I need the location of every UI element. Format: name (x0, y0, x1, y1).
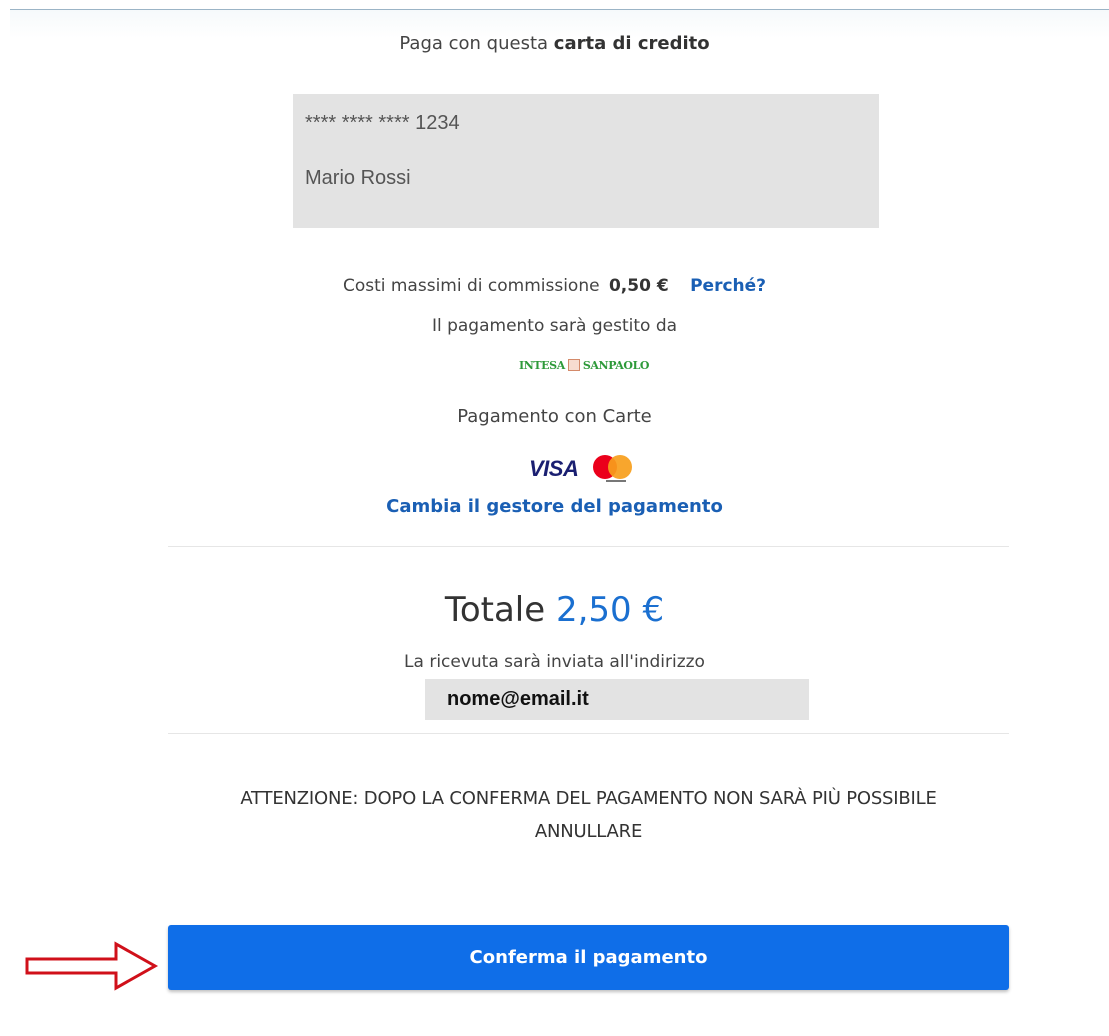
receipt-email-value: nome@email.it (447, 688, 589, 710)
warning-line-2: ANNULLARE (534, 821, 643, 842)
warning-line-1: ATTENZIONE: DOPO LA CONFERMA DEL PAGAMEN… (240, 788, 937, 809)
bank-logo-right-text: SANPAOLO (582, 358, 650, 372)
intesa-sanpaolo-logo: INTESA SANPAOLO (519, 357, 650, 373)
credit-card-summary: **** **** **** 1234 Mario Rossi (293, 94, 879, 228)
payment-method-label: Pagamento con Carte (457, 406, 652, 427)
receipt-email-field: nome@email.it (425, 679, 809, 720)
why-link[interactable]: Perché? (690, 276, 766, 296)
mastercard-yellow-circle (608, 455, 633, 479)
right-arrow-icon (25, 941, 159, 991)
section-divider (168, 546, 1009, 547)
card-masked-number: **** **** **** 1234 (305, 112, 460, 134)
commission-label: Costi massimi di commissione (342, 276, 600, 296)
confirm-payment-button[interactable]: Conferma il pagamento (168, 925, 1009, 990)
visa-logo: VISA (529, 456, 579, 481)
payment-heading-method: carta di credito (553, 33, 710, 54)
payment-heading: Paga con questa carta di credito (0, 33, 1109, 54)
commission-line: Costi massimi di commissione 0,50 € Perc… (0, 276, 1109, 296)
change-provider-link[interactable]: Cambia il gestore del pagamento (0, 496, 1109, 517)
card-brand-logos: VISA (529, 452, 636, 486)
managed-by-label: Il pagamento sarà gestito da (431, 316, 678, 336)
card-holder-name: Mario Rossi (305, 167, 411, 189)
receipt-label: La ricevuta sarà inviata all'indirizzo (404, 652, 705, 672)
mastercard-logo-icon (592, 452, 636, 486)
section-divider (168, 733, 1009, 734)
mastercard-caption-mark (606, 480, 627, 482)
total-amount: 2,50 € (555, 590, 665, 630)
total-label: Totale (444, 590, 546, 630)
bank-emblem-icon (567, 359, 580, 371)
cancellation-warning: ATTENZIONE: DOPO LA CONFERMA DEL PAGAMEN… (190, 782, 987, 848)
commission-amount: 0,50 € (608, 276, 669, 296)
bank-logo-left-text: INTESA (519, 358, 565, 372)
payment-heading-prefix: Paga con questa (399, 33, 549, 54)
total-line: Totale 2,50 € (0, 590, 1109, 630)
